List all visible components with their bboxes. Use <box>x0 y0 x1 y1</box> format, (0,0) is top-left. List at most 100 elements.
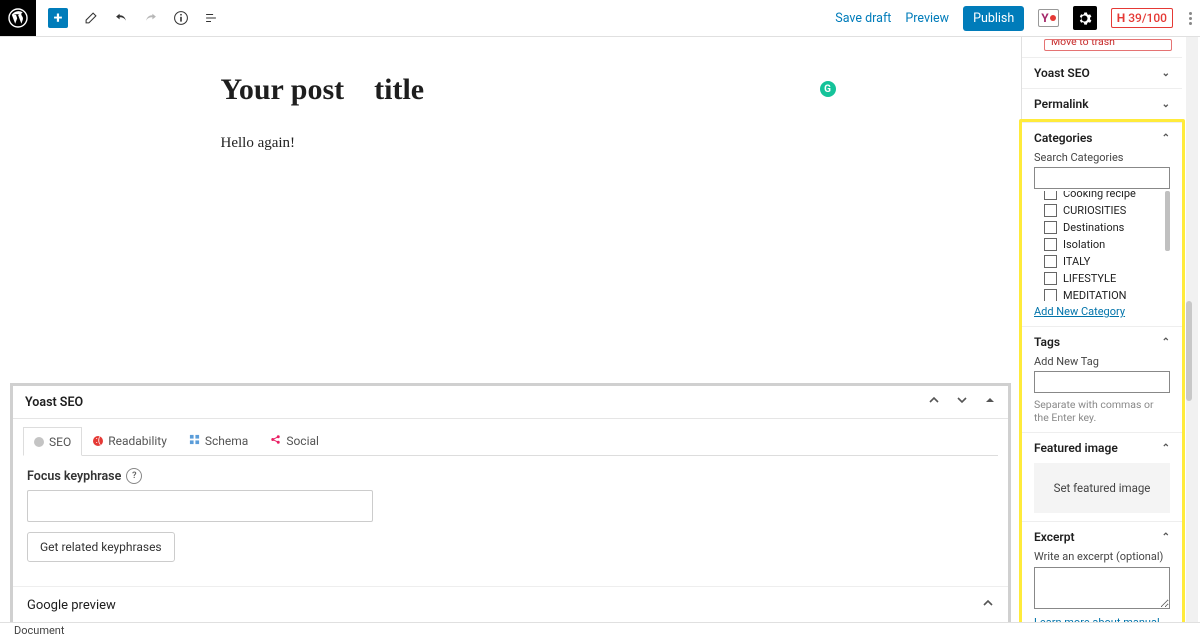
settings-toggle[interactable] <box>1073 6 1097 30</box>
list-view-icon <box>203 11 219 25</box>
seo-status-icon <box>34 437 44 447</box>
settings-sidebar: Move to trash Yoast SEO⌄ Permalink⌄ Cate… <box>1021 37 1200 623</box>
tags-hint: Separate with commas or the Enter key. <box>1034 398 1170 424</box>
schema-icon <box>189 434 200 448</box>
excerpt-textarea[interactable] <box>1034 567 1170 609</box>
checkbox[interactable] <box>1044 191 1057 200</box>
google-preview-section[interactable]: Google preview <box>13 586 1008 623</box>
excerpt-label: Write an excerpt (optional) <box>1034 550 1170 563</box>
chevron-down-icon <box>956 394 968 406</box>
yoast-status-dot <box>1050 15 1056 21</box>
checkbox[interactable] <box>1044 221 1057 234</box>
more-options-button[interactable] <box>1187 12 1194 25</box>
toolbar-right: Save draft Preview Publish Y H39/100 <box>835 6 1200 31</box>
post-title-input[interactable]: Your post title <box>221 73 425 107</box>
status-bar: Document <box>0 622 1200 638</box>
editor-body: Your post title G Hello again! Yoast SEO… <box>0 37 1200 623</box>
checkbox[interactable] <box>1044 272 1057 285</box>
preview-button[interactable]: Preview <box>905 11 949 26</box>
get-related-keyphrases-button[interactable]: Get related keyphrases <box>27 532 175 562</box>
add-new-category-link[interactable]: Add New Category <box>1034 305 1125 318</box>
wordpress-icon <box>8 8 28 28</box>
chevron-up-icon: ⌃ <box>1162 443 1170 454</box>
add-tag-label: Add New Tag <box>1034 355 1170 368</box>
focus-keyphrase-label: Focus keyphrase? <box>27 468 367 484</box>
search-categories-input[interactable] <box>1034 167 1170 189</box>
category-item[interactable]: CURIOSITIES <box>1034 202 1170 219</box>
permalink-section[interactable]: Permalink⌄ <box>1022 88 1182 119</box>
undo-button[interactable] <box>111 8 131 28</box>
excerpt-section: Excerpt⌃ Write an excerpt (optional) Lea… <box>1022 521 1182 638</box>
category-item[interactable]: Destinations <box>1034 219 1170 236</box>
category-item[interactable]: LIFESTYLE <box>1034 270 1170 287</box>
editor-canvas[interactable]: Your post title G Hello again! Yoast SEO… <box>0 37 1021 623</box>
checkbox[interactable] <box>1044 289 1057 301</box>
move-to-trash-button[interactable]: Move to trash <box>1044 39 1172 51</box>
category-item[interactable]: MEDITATION <box>1034 287 1170 301</box>
tab-social[interactable]: Social <box>259 427 330 455</box>
checkbox[interactable] <box>1044 238 1057 251</box>
yoast-seo-section[interactable]: Yoast SEO⌄ <box>1022 57 1182 88</box>
categories-list[interactable]: Cooking recipe CURIOSITIES Destinations … <box>1034 191 1170 301</box>
featured-image-header[interactable]: Featured image⌃ <box>1034 441 1170 455</box>
toolbar-left: + <box>0 0 226 36</box>
categories-header[interactable]: Categories⌃ <box>1034 131 1170 145</box>
chevron-up-icon: ⌃ <box>1162 532 1170 543</box>
yoast-panel-title: Yoast SEO <box>25 395 83 410</box>
categories-scrollbar[interactable] <box>1165 191 1170 251</box>
gear-icon <box>1077 11 1092 26</box>
chevron-down-icon: ⌄ <box>1162 99 1170 110</box>
pencil-icon <box>84 11 98 25</box>
search-categories-label: Search Categories <box>1034 151 1170 164</box>
category-item[interactable]: Cooking recipe <box>1034 191 1170 202</box>
tab-seo[interactable]: SEO <box>23 427 82 456</box>
yoast-seo-tab-content: Focus keyphrase? Get related keyphrases <box>13 456 381 574</box>
info-button[interactable] <box>171 8 191 28</box>
categories-section: Categories⌃ Search Categories Cooking re… <box>1022 122 1182 326</box>
yoast-seo-metabox: Yoast SEO SEO :(Readability Schema Socia… <box>10 383 1011 623</box>
excerpt-header[interactable]: Excerpt⌃ <box>1034 530 1170 544</box>
publish-button[interactable]: Publish <box>963 6 1024 31</box>
yoast-panel-toggle[interactable] <box>984 394 996 410</box>
tags-header[interactable]: Tags⌃ <box>1034 335 1170 349</box>
category-item[interactable]: Isolation <box>1034 236 1170 253</box>
google-preview-collapse[interactable] <box>982 597 994 613</box>
breadcrumb-document[interactable]: Document <box>14 624 64 637</box>
chevron-up-icon <box>982 597 994 609</box>
wordpress-logo-button[interactable] <box>0 0 36 36</box>
highlighted-region: Categories⌃ Search Categories Cooking re… <box>1019 119 1185 638</box>
sidebar-scrollbar-thumb[interactable] <box>1186 301 1192 401</box>
checkbox[interactable] <box>1044 204 1057 217</box>
help-icon[interactable]: ? <box>126 468 142 484</box>
chevron-up-icon: ⌃ <box>1162 133 1170 144</box>
headline-score-badge[interactable]: H39/100 <box>1111 8 1173 28</box>
info-icon <box>173 10 189 26</box>
caret-up-icon <box>984 394 996 406</box>
tab-readability[interactable]: :(Readability <box>82 427 178 455</box>
checkbox[interactable] <box>1044 255 1057 268</box>
top-toolbar: + Save draft Preview Publish Y H39/100 <box>0 0 1200 37</box>
sidebar-scrollbar-track[interactable] <box>1186 37 1198 623</box>
undo-icon <box>113 11 129 25</box>
edit-mode-button[interactable] <box>81 8 101 28</box>
outline-button[interactable] <box>201 8 221 28</box>
chevron-up-icon: ⌃ <box>1162 337 1170 348</box>
yoast-tabs: SEO :(Readability Schema Social <box>23 427 998 456</box>
focus-keyphrase-input[interactable] <box>27 490 373 522</box>
chevron-up-icon <box>928 394 940 406</box>
add-block-button[interactable]: + <box>48 8 68 28</box>
post-body-block[interactable]: Hello again! <box>221 135 801 152</box>
yoast-collapse-down[interactable] <box>956 394 968 410</box>
save-draft-button[interactable]: Save draft <box>835 11 891 26</box>
add-tag-input[interactable] <box>1034 371 1170 393</box>
featured-image-section: Featured image⌃ Set featured image <box>1022 432 1182 521</box>
yoast-collapse-up[interactable] <box>928 394 940 410</box>
tab-schema[interactable]: Schema <box>178 427 259 455</box>
chevron-down-icon: ⌄ <box>1162 68 1170 79</box>
grammarly-icon[interactable]: G <box>820 81 836 97</box>
share-icon <box>270 434 281 448</box>
yoast-seo-toggle[interactable]: Y <box>1038 9 1058 27</box>
category-item[interactable]: ITALY <box>1034 253 1170 270</box>
set-featured-image-button[interactable]: Set featured image <box>1034 463 1170 513</box>
redo-button[interactable] <box>141 8 161 28</box>
